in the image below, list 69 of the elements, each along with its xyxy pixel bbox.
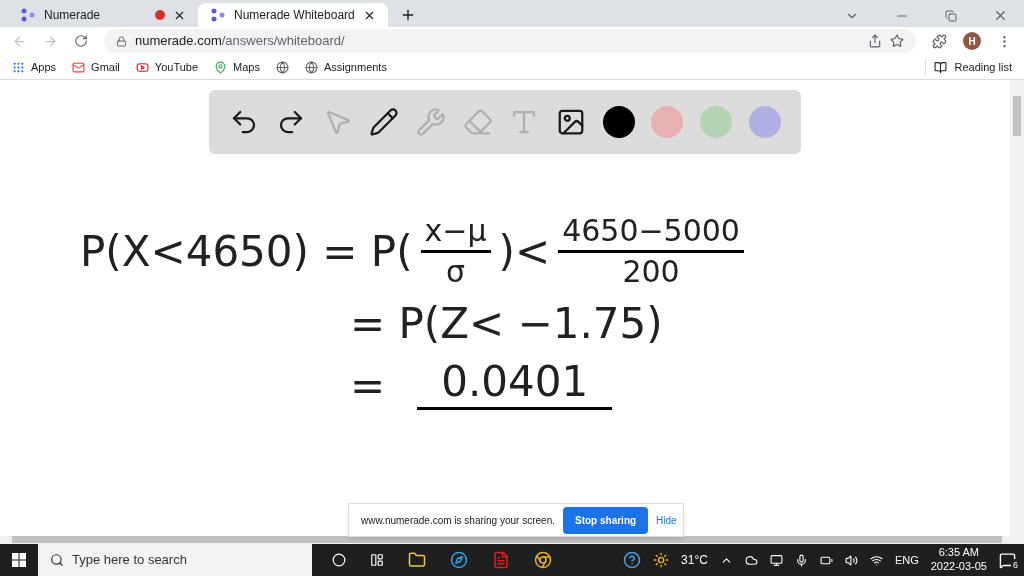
logo-icon — [20, 7, 36, 23]
handwritten-text: = P(Z< −1.75) — [350, 303, 663, 345]
bookmark-link[interactable]: Maps — [233, 58, 260, 76]
chrome-icon[interactable] — [534, 551, 552, 569]
url-text: numerade.com/answers/whiteboard/ — [135, 32, 346, 51]
reading-list-icon[interactable] — [933, 60, 947, 74]
fraction-numerator: 4650−5000 — [558, 216, 744, 253]
cloud-icon[interactable] — [744, 553, 758, 567]
handwritten-text: P(X<4650) = P( — [80, 230, 413, 273]
restore-icon[interactable] — [945, 9, 957, 22]
star-icon[interactable] — [890, 34, 904, 48]
clock-time: 6:35 AM — [938, 546, 980, 560]
help-icon[interactable] — [623, 551, 642, 569]
search-icon — [50, 553, 64, 567]
map-pin-icon[interactable] — [214, 60, 228, 74]
color-swatch[interactable] — [602, 106, 635, 138]
fraction-denominator: σ — [446, 253, 466, 287]
bookmark-link[interactable]: Assignments — [323, 58, 387, 76]
task-view-icon[interactable] — [370, 553, 384, 567]
color-swatch[interactable] — [699, 106, 732, 138]
handwritten-text: = — [350, 364, 386, 407]
temperature-text: 31°C — [681, 552, 708, 569]
mail-icon[interactable] — [72, 60, 86, 74]
logo-icon — [210, 7, 226, 23]
message-text: www.numerade.com is sharing your screen. — [361, 513, 555, 528]
globe-icon[interactable] — [275, 60, 289, 74]
bookmark-link[interactable]: Apps — [31, 58, 57, 76]
bookmark-link[interactable]: Gmail — [91, 58, 120, 76]
browser-tab[interactable]: Numerade Whiteboard — [198, 3, 388, 27]
search-placeholder: Type here to search — [72, 551, 187, 570]
pdf-icon[interactable] — [492, 551, 510, 569]
speaker-icon[interactable] — [844, 553, 858, 567]
fraction-numerator: x−μ — [420, 216, 491, 253]
cortana-icon[interactable] — [332, 553, 346, 567]
address-bar[interactable]: numerade.com/answers/whiteboard/ — [104, 29, 916, 53]
pencil-icon[interactable] — [369, 107, 400, 137]
bookmark-link[interactable]: YouTube — [154, 58, 199, 76]
handwritten-answer: 0.0401 — [417, 361, 613, 410]
language-indicator[interactable]: ENG — [894, 551, 919, 569]
tab-title: Numerade — [44, 7, 102, 23]
reload-icon[interactable] — [74, 34, 88, 48]
grid-icon[interactable] — [12, 60, 25, 74]
microphone-icon[interactable] — [794, 553, 808, 567]
monitor-icon[interactable] — [769, 553, 783, 567]
new-tab-icon[interactable] — [400, 7, 416, 23]
scrollbar-thumb[interactable] — [12, 536, 1002, 543]
taskbar-search-field[interactable]: Type here to search — [38, 544, 312, 576]
weather-icon[interactable] — [653, 552, 670, 568]
windows-logo-icon[interactable] — [12, 553, 26, 567]
scrollbar-thumb[interactable] — [1013, 96, 1021, 136]
folder-icon[interactable] — [408, 551, 426, 569]
extensions-icon[interactable] — [932, 33, 947, 49]
browser-icon[interactable] — [450, 551, 468, 569]
handwritten-text: )< — [498, 230, 551, 273]
profile-avatar[interactable]: H — [963, 32, 981, 50]
network-icon[interactable] — [869, 553, 883, 567]
globe-icon[interactable] — [304, 60, 318, 74]
color-swatch[interactable] — [651, 106, 684, 138]
reading-list-link[interactable]: Reading list — [954, 58, 1012, 76]
clock-date: 2022-03-05 — [930, 560, 987, 574]
close-window-icon[interactable] — [993, 8, 1008, 23]
lock-icon — [116, 35, 127, 47]
stop-sharing-button[interactable]: Stop sharing — [563, 506, 649, 534]
tab-title: Numerade Whiteboard — [234, 7, 355, 23]
color-swatch[interactable] — [748, 106, 781, 138]
share-icon[interactable] — [868, 34, 882, 48]
hide-link[interactable]: Hide — [656, 512, 677, 528]
play-icon[interactable] — [135, 60, 149, 74]
fraction-denominator: 200 — [622, 253, 680, 287]
